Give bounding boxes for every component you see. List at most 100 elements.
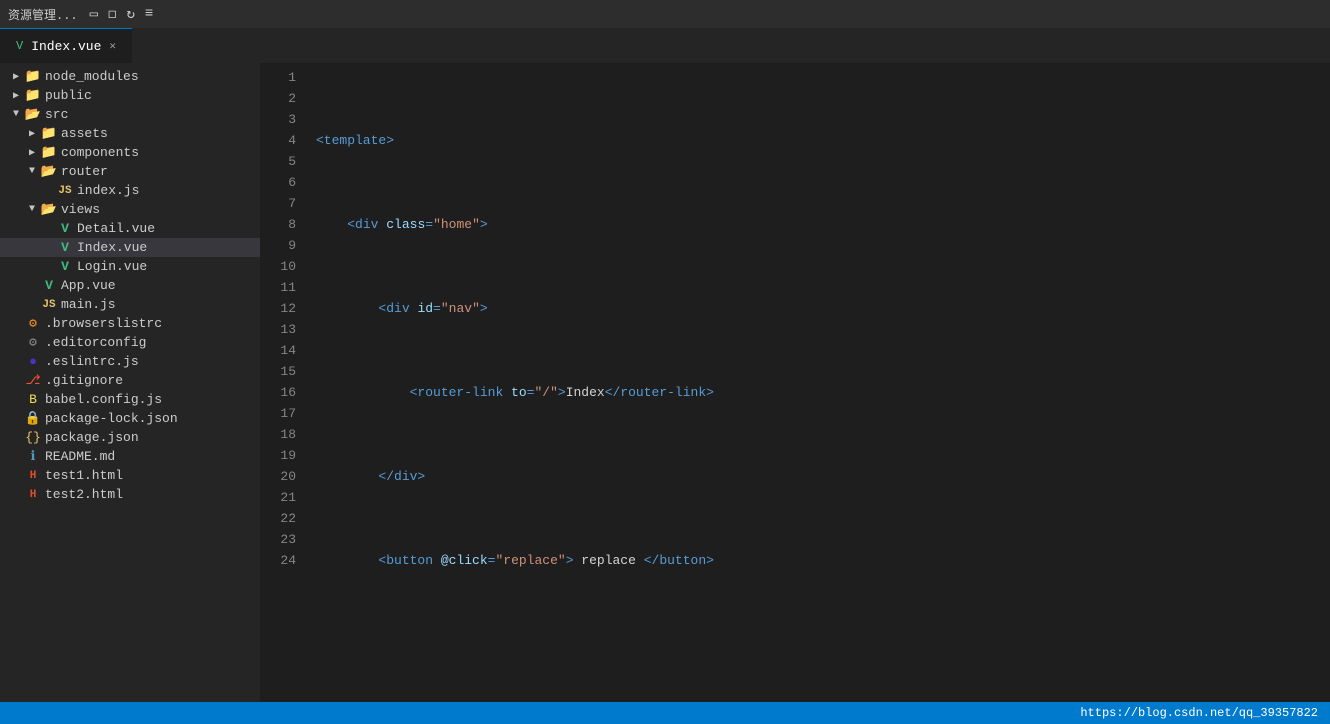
sidebar-item-test2-html[interactable]: H test2.html [0,485,260,504]
folder-open-icon: 📂 [40,202,58,217]
sidebar-label: router [58,164,108,179]
sidebar-label: App.vue [58,278,116,293]
git-icon: ⎇ [24,373,42,388]
code-line-7 [316,634,1330,655]
sidebar-label: babel.config.js [42,392,162,407]
sidebar-label: assets [58,126,108,141]
vue-file-icon: V [56,221,74,236]
new-file-icon[interactable]: ▭ [90,6,98,23]
code-line-6: <button @click="replace"> replace </butt… [316,550,1330,571]
arrow-icon: ▼ [24,166,40,177]
sidebar-item-index-vue[interactable]: V Index.vue [0,238,260,257]
js-file-icon: JS [56,185,74,197]
arrow-icon: ▶ [24,128,40,140]
sidebar-label: .gitignore [42,373,123,388]
sidebar-label: test2.html [42,487,123,502]
tab-close-button[interactable]: ✕ [109,39,116,53]
sidebar-label: Detail.vue [74,221,155,236]
arrow-icon: ▼ [8,109,24,120]
collapse-icon[interactable]: ≡ [145,6,153,22]
sidebar-item-readme[interactable]: ℹ README.md [0,447,260,466]
vue-file-icon: V [40,278,58,293]
sidebar-item-main-js[interactable]: JS main.js [0,295,260,314]
sidebar-item-public[interactable]: ▶ 📁 public [0,86,260,105]
folder-open-icon: 📂 [40,164,58,179]
sidebar-item-router-index-js[interactable]: JS index.js [0,181,260,200]
code-line-4: <router-link to="/">Index</router-link> [316,382,1330,403]
sidebar-label: .eslintrc.js [42,354,139,369]
sidebar-item-app-vue[interactable]: V App.vue [0,276,260,295]
json-icon: {} [24,430,42,445]
refresh-icon[interactable]: ↻ [126,6,134,23]
arrow-icon: ▶ [8,90,24,102]
sidebar-label: test1.html [42,468,123,483]
folder-icon: 📁 [40,145,58,160]
sidebar-label: src [42,107,68,122]
sidebar-item-components[interactable]: ▶ 📁 components [0,143,260,162]
sidebar-item-package-lock[interactable]: 🔒 package-lock.json [0,409,260,428]
sidebar-item-login-vue[interactable]: V Login.vue [0,257,260,276]
sidebar-item-package-json[interactable]: {} package.json [0,428,260,447]
sidebar-label: index.js [74,183,139,198]
md-icon: ℹ [24,449,42,464]
code-line-3: <div id="nav"> [316,298,1330,319]
sidebar-label: node_modules [42,69,139,84]
js-file-icon: JS [40,299,58,311]
sidebar-item-router[interactable]: ▼ 📂 router [0,162,260,181]
status-url: https://blog.csdn.net/qq_39357822 [1080,706,1318,720]
line-numbers: 1 2 3 4 5 6 7 8 9 10 11 12 13 14 15 16 1… [260,67,308,702]
html-icon: H [24,470,42,482]
sidebar-label: components [58,145,139,160]
sidebar-item-editorconfig[interactable]: ⚙ .editorconfig [0,333,260,352]
editorconfig-icon: ⚙ [24,335,42,350]
sidebar-item-src[interactable]: ▼ 📂 src [0,105,260,124]
sidebar-item-detail-vue[interactable]: V Detail.vue [0,219,260,238]
code-line-1: <template> [316,130,1330,151]
sidebar-item-gitignore[interactable]: ⎇ .gitignore [0,371,260,390]
sidebar-label: public [42,88,92,103]
top-bar-icons: ▭ ◻ ↻ ≡ [90,6,154,23]
sidebar-label: Login.vue [74,259,147,274]
arrow-icon: ▼ [24,204,40,215]
sidebar-label: package-lock.json [42,411,178,426]
vue-file-icon: V [16,39,23,53]
code-content: <template> <div class="home"> <div id="n… [308,67,1330,702]
tab-index-vue[interactable]: V Index.vue ✕ [0,28,132,63]
lock-icon: 🔒 [24,411,42,426]
folder-icon: 📁 [24,69,42,84]
vue-file-icon: V [56,259,74,274]
code-area: 1 2 3 4 5 6 7 8 9 10 11 12 13 14 15 16 1… [260,63,1330,702]
sidebar-item-test1-html[interactable]: H test1.html [0,466,260,485]
sidebar-item-babel-config[interactable]: B babel.config.js [0,390,260,409]
tab-bar: V Index.vue ✕ [0,28,1330,63]
folder-open-icon: 📂 [24,107,42,122]
tab-filename: Index.vue [31,39,101,54]
browserslist-icon: ⚙ [24,316,42,331]
vue-file-icon: V [56,240,74,255]
code-line-5: </div> [316,466,1330,487]
file-explorer: ▶ 📁 node_modules ▶ 📁 public ▼ 📂 src ▶ 📁 … [0,63,260,702]
sidebar-item-eslintrc[interactable]: ● .eslintrc.js [0,352,260,371]
sidebar-item-views[interactable]: ▼ 📂 views [0,200,260,219]
eslint-icon: ● [24,354,42,369]
arrow-icon: ▶ [24,147,40,159]
html-icon: H [24,489,42,501]
sidebar-label: .editorconfig [42,335,146,350]
sidebar-item-node-modules[interactable]: ▶ 📁 node_modules [0,67,260,86]
sidebar-item-assets[interactable]: ▶ 📁 assets [0,124,260,143]
top-bar: 资源管理... ▭ ◻ ↻ ≡ [0,0,1330,28]
sidebar-item-browserslistrc[interactable]: ⚙ .browserslistrc [0,314,260,333]
sidebar-label: README.md [42,449,115,464]
folder-icon: 📁 [24,88,42,103]
code-line-2: <div class="home"> [316,214,1330,235]
status-bar: https://blog.csdn.net/qq_39357822 [0,702,1330,724]
main-layout: ▶ 📁 node_modules ▶ 📁 public ▼ 📂 src ▶ 📁 … [0,63,1330,702]
sidebar-label: views [58,202,100,217]
sidebar-label: package.json [42,430,139,445]
babel-icon: B [24,392,42,407]
code-editor[interactable]: 1 2 3 4 5 6 7 8 9 10 11 12 13 14 15 16 1… [260,63,1330,702]
arrow-icon: ▶ [8,71,24,83]
sidebar-label: Index.vue [74,240,147,255]
explorer-title: 资源管理... [8,6,78,23]
new-folder-icon[interactable]: ◻ [108,6,116,23]
